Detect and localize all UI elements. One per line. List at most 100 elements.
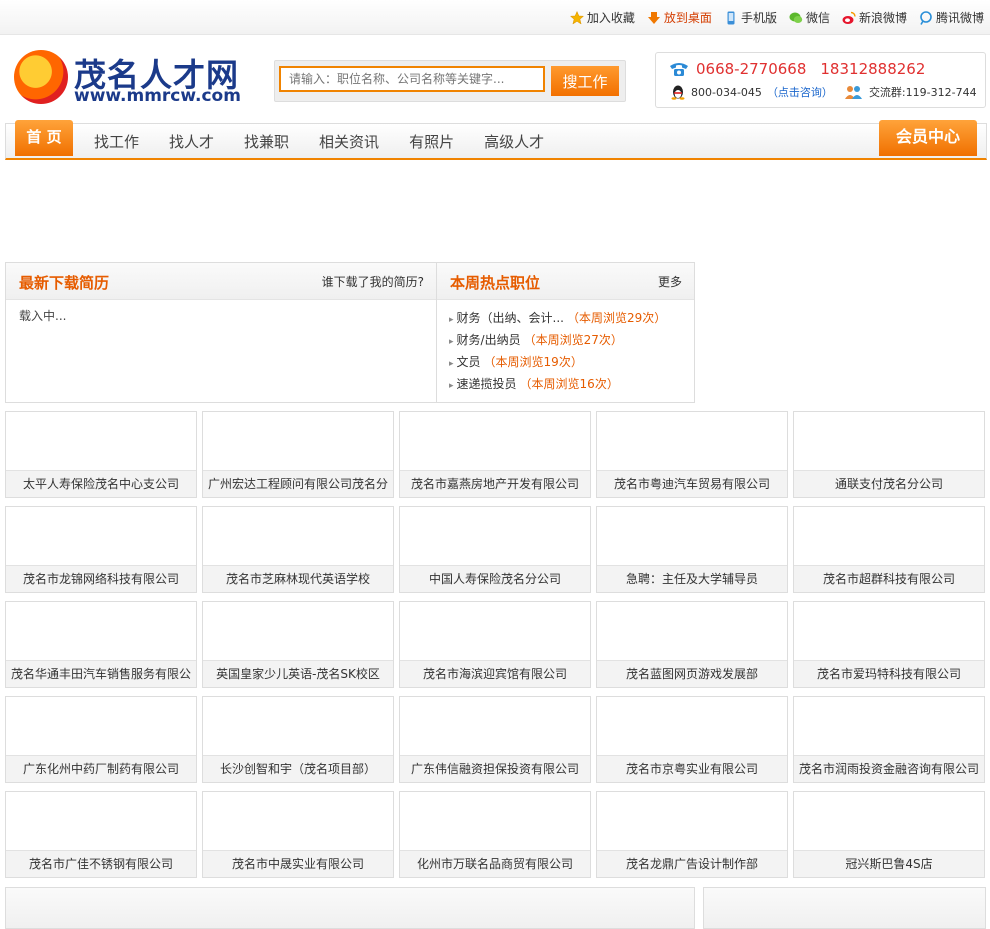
mobile-version-link[interactable]: 手机版 bbox=[724, 9, 777, 26]
company-card[interactable]: 茂名市龙锦网络科技有限公司 bbox=[5, 506, 197, 593]
top-links: 加入收藏 放到桌面 手机版 微信 新浪微博 腾讯微博 bbox=[569, 9, 984, 26]
qq-number: 800-034-045 bbox=[691, 85, 762, 99]
hot-jobs-header: 本周热点职位 更多 bbox=[437, 263, 694, 300]
nav-find-talent[interactable]: 找人才 bbox=[169, 131, 214, 152]
search-box: 搜工作 bbox=[274, 60, 626, 102]
company-name: 茂名市嘉燕房地产开发有限公司 bbox=[400, 470, 590, 497]
search-input[interactable] bbox=[279, 66, 545, 92]
nav-senior-talent[interactable]: 高级人才 bbox=[484, 131, 544, 152]
latest-resumes-header: 最新下载简历 谁下载了我的简历? bbox=[6, 263, 436, 300]
company-name: 茂名市润雨投资金融咨询有限公司 bbox=[794, 755, 984, 782]
company-name: 茂名市芝麻林现代英语学校 bbox=[203, 565, 393, 592]
member-center-button[interactable]: 会员中心 bbox=[879, 120, 977, 156]
qq-penguin-icon bbox=[671, 85, 685, 100]
company-card[interactable]: 茂名华通丰田汽车销售服务有限公 bbox=[5, 601, 197, 688]
company-logo-area bbox=[597, 602, 787, 662]
company-logo-area bbox=[203, 602, 393, 662]
group-people-icon bbox=[844, 86, 862, 99]
company-name: 茂名市京粤实业有限公司 bbox=[597, 755, 787, 782]
company-grid: 太平人寿保险茂名中心支公司 广州宏达工程顾问有限公司茂名分 茂名市嘉燕房地产开发… bbox=[5, 411, 990, 878]
nav-home[interactable]: 首 页 bbox=[15, 120, 73, 156]
telephone-icon bbox=[670, 63, 688, 76]
company-name: 茂名市爱玛特科技有限公司 bbox=[794, 660, 984, 687]
company-card[interactable]: 茂名市芝麻林现代英语学校 bbox=[202, 506, 394, 593]
nav-with-photo[interactable]: 有照片 bbox=[409, 131, 454, 152]
latest-resumes-title: 最新下载简历 bbox=[19, 274, 110, 292]
wechat-label: 微信 bbox=[805, 11, 830, 25]
company-name: 茂名市中晟实业有限公司 bbox=[203, 850, 393, 877]
company-card[interactable]: 广东化州中药厂制药有限公司 bbox=[5, 696, 197, 783]
company-name: 广东化州中药厂制药有限公司 bbox=[6, 755, 196, 782]
company-logo-area bbox=[6, 697, 196, 757]
who-downloaded-link[interactable]: 谁下载了我的简历? bbox=[322, 273, 424, 290]
tencent-weibo-link[interactable]: 腾讯微博 bbox=[919, 9, 984, 26]
company-card[interactable]: 茂名蓝图网页游戏发展部 bbox=[596, 601, 788, 688]
wechat-link[interactable]: 微信 bbox=[789, 9, 830, 26]
wechat-icon bbox=[789, 12, 803, 23]
company-card[interactable]: 太平人寿保险茂名中心支公司 bbox=[5, 411, 197, 498]
company-card[interactable]: 茂名市润雨投资金融咨询有限公司 bbox=[793, 696, 985, 783]
company-logo-area bbox=[794, 412, 984, 472]
company-card[interactable]: 茂名市超群科技有限公司 bbox=[793, 506, 985, 593]
arrow-right-icon: ▸ bbox=[449, 381, 454, 391]
search-jobs-button[interactable]: 搜工作 bbox=[551, 66, 619, 96]
company-card[interactable]: 广东伟信融资担保投资有限公司 bbox=[399, 696, 591, 783]
consult-link[interactable]: （点击咨询） bbox=[767, 84, 833, 100]
company-card[interactable]: 茂名市中晟实业有限公司 bbox=[202, 791, 394, 878]
bookmark-link[interactable]: 加入收藏 bbox=[569, 9, 635, 26]
company-name: 茂名市龙锦网络科技有限公司 bbox=[6, 565, 196, 592]
contact-box: 0668-2770668 18312888262 800-034-045 （点击… bbox=[655, 52, 986, 108]
hot-job-views: （本周浏览16次） bbox=[519, 377, 619, 391]
company-card[interactable]: 茂名市粤迪汽车贸易有限公司 bbox=[596, 411, 788, 498]
company-card[interactable]: 英国皇家少儿英语-茂名SK校区 bbox=[202, 601, 394, 688]
company-card[interactable]: 化州市万联名品商贸有限公司 bbox=[399, 791, 591, 878]
company-card[interactable]: 中国人寿保险茂名分公司 bbox=[399, 506, 591, 593]
company-card[interactable]: 茂名市海滨迎宾馆有限公司 bbox=[399, 601, 591, 688]
company-name: 太平人寿保险茂名中心支公司 bbox=[6, 470, 196, 497]
company-card[interactable]: 冠兴斯巴鲁4S店 bbox=[793, 791, 985, 878]
company-logo-area bbox=[597, 412, 787, 472]
hot-jobs-panel: 本周热点职位 更多 ▸ 财务（出纳、会计... （本周浏览29次） ▸ 财务/出纳员（… bbox=[436, 262, 695, 403]
company-name: 茂名市广佳不锈钢有限公司 bbox=[6, 850, 196, 877]
desktop-shortcut-link[interactable]: 放到桌面 bbox=[647, 9, 712, 26]
company-card[interactable]: 广州宏达工程顾问有限公司茂名分 bbox=[202, 411, 394, 498]
site-logo[interactable]: 茂名人才网 www.mmrcw.com bbox=[14, 48, 246, 106]
hot-job-link[interactable]: 财务/出纳员 bbox=[457, 333, 521, 347]
company-logo-area bbox=[794, 507, 984, 567]
company-card[interactable]: 长沙创智和宇（茂名项目部） bbox=[202, 696, 394, 783]
list-item: ▸ 文员 （本周浏览19次） bbox=[449, 351, 666, 373]
list-item: ▸ 速递揽投员 （本周浏览16次） bbox=[449, 373, 666, 395]
company-name: 长沙创智和宇（茂名项目部） bbox=[203, 755, 393, 782]
company-name: 广州宏达工程顾问有限公司茂名分 bbox=[203, 470, 393, 497]
company-logo-area bbox=[794, 602, 984, 662]
company-logo-area bbox=[6, 792, 196, 852]
company-logo-area bbox=[6, 412, 196, 472]
company-card[interactable]: 通联支付茂名分公司 bbox=[793, 411, 985, 498]
nav-find-jobs[interactable]: 找工作 bbox=[94, 131, 139, 152]
company-card[interactable]: 茂名市爱玛特科技有限公司 bbox=[793, 601, 985, 688]
company-name: 茂名市粤迪汽车贸易有限公司 bbox=[597, 470, 787, 497]
company-logo-area bbox=[6, 602, 196, 662]
company-name: 中国人寿保险茂名分公司 bbox=[400, 565, 590, 592]
company-name: 茂名市海滨迎宾馆有限公司 bbox=[400, 660, 590, 687]
company-card[interactable]: 茂名市京粤实业有限公司 bbox=[596, 696, 788, 783]
company-card[interactable]: 茂名市广佳不锈钢有限公司 bbox=[5, 791, 197, 878]
hot-job-link[interactable]: 财务（出纳、会计... bbox=[457, 311, 564, 325]
hot-job-link[interactable]: 速递揽投员 bbox=[457, 377, 517, 391]
bottom-right-panel bbox=[703, 887, 986, 929]
loading-text: 载入中... bbox=[19, 309, 67, 323]
company-card[interactable]: 急聘：主任及大学辅导员 bbox=[596, 506, 788, 593]
nav-part-time[interactable]: 找兼职 bbox=[244, 131, 289, 152]
arrow-right-icon: ▸ bbox=[449, 315, 454, 325]
sina-weibo-link[interactable]: 新浪微博 bbox=[842, 9, 907, 26]
company-name: 茂名华通丰田汽车销售服务有限公 bbox=[6, 660, 196, 687]
company-name: 通联支付茂名分公司 bbox=[794, 470, 984, 497]
company-card[interactable]: 茂名市嘉燕房地产开发有限公司 bbox=[399, 411, 591, 498]
company-name: 急聘：主任及大学辅导员 bbox=[597, 565, 787, 592]
company-logo-area bbox=[400, 412, 590, 472]
company-card[interactable]: 茂名龙鼎广告设计制作部 bbox=[596, 791, 788, 878]
nav-news[interactable]: 相关资讯 bbox=[319, 131, 379, 152]
hot-jobs-more-link[interactable]: 更多 bbox=[658, 273, 682, 290]
company-logo-area bbox=[597, 697, 787, 757]
hot-job-link[interactable]: 文员 bbox=[457, 355, 481, 369]
